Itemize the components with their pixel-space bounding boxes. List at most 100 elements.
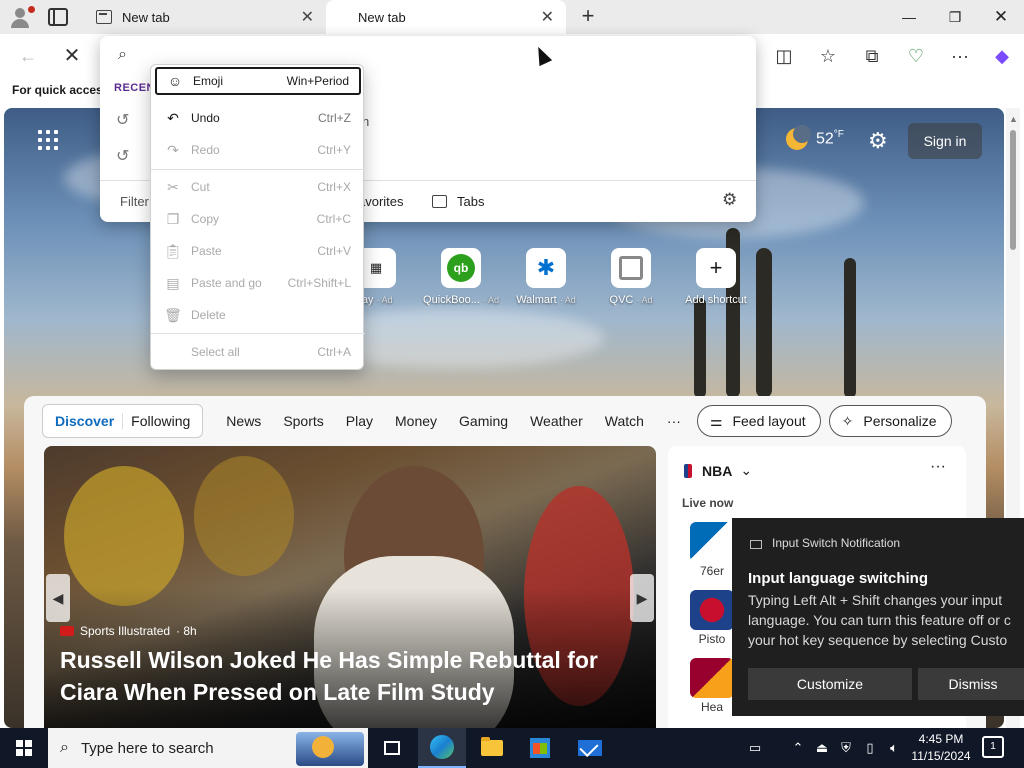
sign-in-button[interactable]: Sign in	[908, 123, 982, 159]
back-arrow-icon[interactable]: ←	[14, 42, 42, 70]
tab-new-tab-1[interactable]: New tab ✕	[86, 0, 326, 34]
taskbar-clock[interactable]: 4:45 PM 11/15/2024	[910, 731, 972, 765]
menu-item-copy[interactable]: ❐ Copy Ctrl+C	[155, 205, 361, 233]
nav-more-button[interactable]: ···	[667, 413, 681, 429]
team-heat-logo-icon	[690, 658, 734, 698]
context-menu: ☺ Emoji Win+Period ↶ Undo Ctrl+Z ↷ Redo …	[150, 64, 365, 370]
search-icon: ⌕	[118, 46, 127, 63]
tab-close-icon[interactable]: ✕	[301, 7, 314, 27]
page-settings-gear-icon[interactable]: ⚙	[868, 128, 888, 154]
menu-item-undo[interactable]: ↶ Undo Ctrl+Z	[155, 104, 361, 132]
tab-close-icon[interactable]: ✕	[541, 7, 554, 27]
paste-icon: 📋︎	[164, 242, 182, 259]
restore-button[interactable]: ❐	[932, 0, 978, 34]
dismiss-button[interactable]: Dismiss	[918, 668, 1024, 700]
chevron-up-icon[interactable]: ⌃	[788, 728, 808, 768]
menu-item-select-all[interactable]: Select all Ctrl+A	[155, 338, 361, 366]
menu-item-cut[interactable]: ✂ Cut Ctrl+X	[155, 173, 361, 201]
weather-widget[interactable]: 52°F	[786, 125, 844, 150]
more-menu-icon[interactable]: ···	[946, 42, 974, 70]
nav-gaming[interactable]: Gaming	[459, 413, 508, 429]
stop-loading-icon[interactable]: ✕	[58, 42, 86, 70]
taskbar-file-explorer[interactable]	[468, 728, 516, 768]
sparkle-icon: ✧	[841, 412, 854, 429]
feed-layout-button[interactable]: ⚌ Feed layout	[696, 405, 821, 437]
team-76ers-logo-icon	[690, 522, 734, 562]
taskbar-edge[interactable]	[418, 728, 466, 768]
tab-discover[interactable]: Discover	[47, 413, 122, 429]
title-bar: New tab ✕ New tab ✕ + — ❐ ✕	[0, 0, 1024, 34]
card-more-button[interactable]: ···	[930, 458, 946, 476]
tab-following[interactable]: Following	[122, 413, 198, 429]
league-selector[interactable]: NBA ⌄	[684, 462, 752, 479]
copilot-icon[interactable]: ◆	[988, 42, 1016, 70]
minimize-button[interactable]: —	[886, 0, 932, 34]
smiley-icon: ☺	[167, 73, 183, 89]
network-icon[interactable]: ▯	[860, 728, 880, 768]
sliders-icon: ⚌	[709, 412, 723, 429]
undo-icon: ↶	[167, 109, 179, 126]
feed-toggle: Discover Following	[42, 404, 204, 438]
task-view-button[interactable]	[368, 728, 416, 768]
shortcut-tile[interactable]: qb QuickBoo... · Ad	[421, 248, 501, 306]
carousel-prev-button[interactable]: ◀	[46, 574, 70, 622]
nav-sports[interactable]: Sports	[283, 413, 323, 429]
collections-icon[interactable]: ⧉	[858, 42, 886, 70]
search-settings-gear-icon[interactable]: ⚙	[722, 190, 737, 210]
nav-watch[interactable]: Watch	[605, 413, 644, 429]
history-icon: ↺	[116, 148, 130, 165]
menu-item-paste[interactable]: 📋︎ Paste Ctrl+V	[155, 237, 361, 265]
filter-tabs[interactable]: Tabs	[432, 194, 484, 209]
recent-label: RECEN	[114, 82, 156, 94]
filter-favorites[interactable]: avorites	[358, 194, 404, 209]
copy-icon: ❐	[166, 210, 180, 227]
favorites-hint: For quick access	[12, 83, 110, 97]
volume-icon[interactable]: 🔈︎	[884, 728, 904, 768]
profile-avatar-icon[interactable]	[8, 6, 35, 30]
add-shortcut-button[interactable]: + Add shortcut	[676, 248, 756, 306]
temperature: 52	[816, 130, 834, 148]
security-icon[interactable]: ⛨	[836, 728, 856, 768]
input-switch-notification: Input Switch Notification Input language…	[732, 518, 1024, 716]
tabs-icon	[432, 195, 447, 208]
favorites-star-icon[interactable]: ☆	[814, 42, 842, 70]
taskbar-search-box[interactable]: ⌕ Type here to search	[48, 728, 368, 768]
personalize-button[interactable]: ✧ Personalize	[828, 405, 952, 437]
menu-item-delete[interactable]: 🗑︎ Delete	[155, 301, 361, 329]
quickbooks-icon: qb	[441, 248, 481, 288]
shortcut-tile[interactable]: ✱ Walmart · Ad	[506, 248, 586, 306]
top-story-card[interactable]: ◀ ▶ Sports Illustrated · 8h Russell Wils…	[44, 446, 656, 728]
new-tab-plus-icon[interactable]: +	[576, 4, 600, 28]
usb-icon[interactable]: ⏏	[812, 728, 832, 768]
nav-money[interactable]: Money	[395, 413, 437, 429]
split-screen-icon[interactable]: ◫	[770, 42, 798, 70]
notification-center-icon[interactable]: 1	[982, 736, 1004, 758]
tab-new-tab-2[interactable]: New tab ✕	[326, 0, 566, 34]
tab-title: New tab	[358, 9, 406, 25]
close-window-button[interactable]: ✕	[978, 0, 1024, 34]
live-now-label: Live now	[682, 496, 734, 510]
paste-go-icon: ▤	[166, 274, 180, 291]
team-pistons-logo-icon	[690, 590, 734, 630]
nav-news[interactable]: News	[226, 413, 261, 429]
taskbar-store[interactable]	[516, 728, 564, 768]
taskbar-mail[interactable]	[566, 728, 614, 768]
browser-essentials-icon[interactable]: ♡	[902, 42, 930, 70]
customize-button[interactable]: Customize	[748, 668, 912, 700]
nav-weather[interactable]: Weather	[530, 413, 583, 429]
menu-item-emoji[interactable]: ☺ Emoji Win+Period	[155, 67, 361, 95]
apps-grid-icon[interactable]	[38, 130, 58, 150]
menu-item-redo[interactable]: ↷ Redo Ctrl+Y	[155, 136, 361, 164]
tab-actions-icon[interactable]	[48, 8, 68, 26]
feed-nav: Discover Following News Sports Play Mone…	[42, 404, 960, 438]
shortcut-tile[interactable]: QVC · Ad	[591, 248, 671, 306]
nav-play[interactable]: Play	[346, 413, 373, 429]
carousel-next-button[interactable]: ▶	[630, 574, 654, 622]
search-icon: ⌕	[60, 739, 69, 756]
menu-item-paste-and-go[interactable]: ▤ Paste and go Ctrl+Shift+L	[155, 269, 361, 297]
windows-start-icon[interactable]	[16, 740, 32, 756]
story-headline[interactable]: Russell Wilson Joked He Has Simple Rebut…	[60, 644, 620, 708]
keyboard-layout-icon[interactable]: ▭	[740, 728, 770, 768]
tab-title: New tab	[122, 9, 170, 25]
qvc-icon	[611, 248, 651, 288]
